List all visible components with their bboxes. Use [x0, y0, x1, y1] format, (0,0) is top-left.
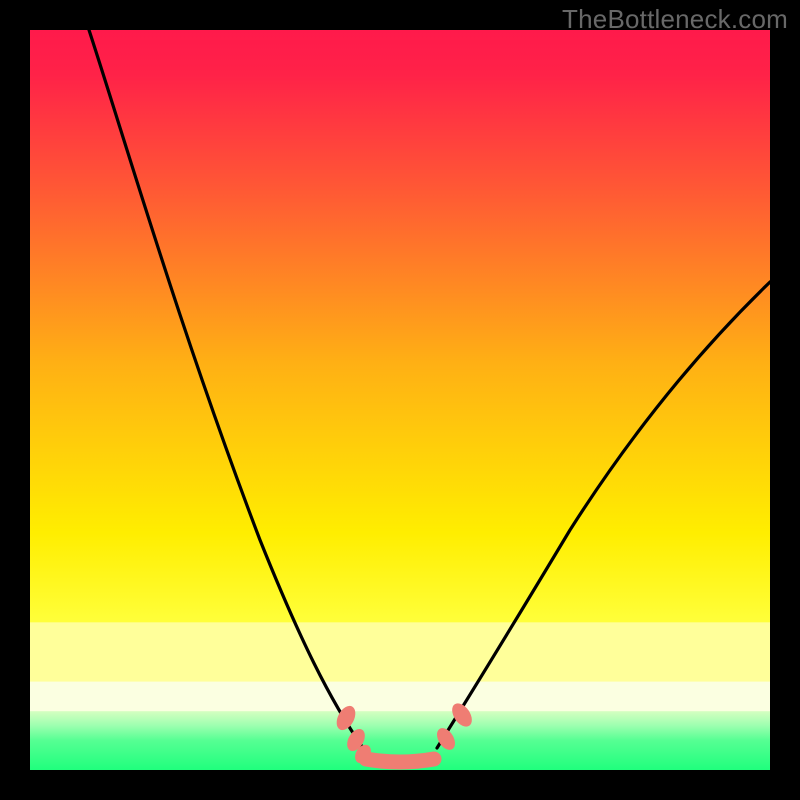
- gradient-background: [30, 30, 770, 770]
- chart-svg: [30, 30, 770, 770]
- valley-floor: [366, 759, 434, 762]
- plot-area: [30, 30, 770, 770]
- outer-frame: TheBottleneck.com: [0, 0, 800, 800]
